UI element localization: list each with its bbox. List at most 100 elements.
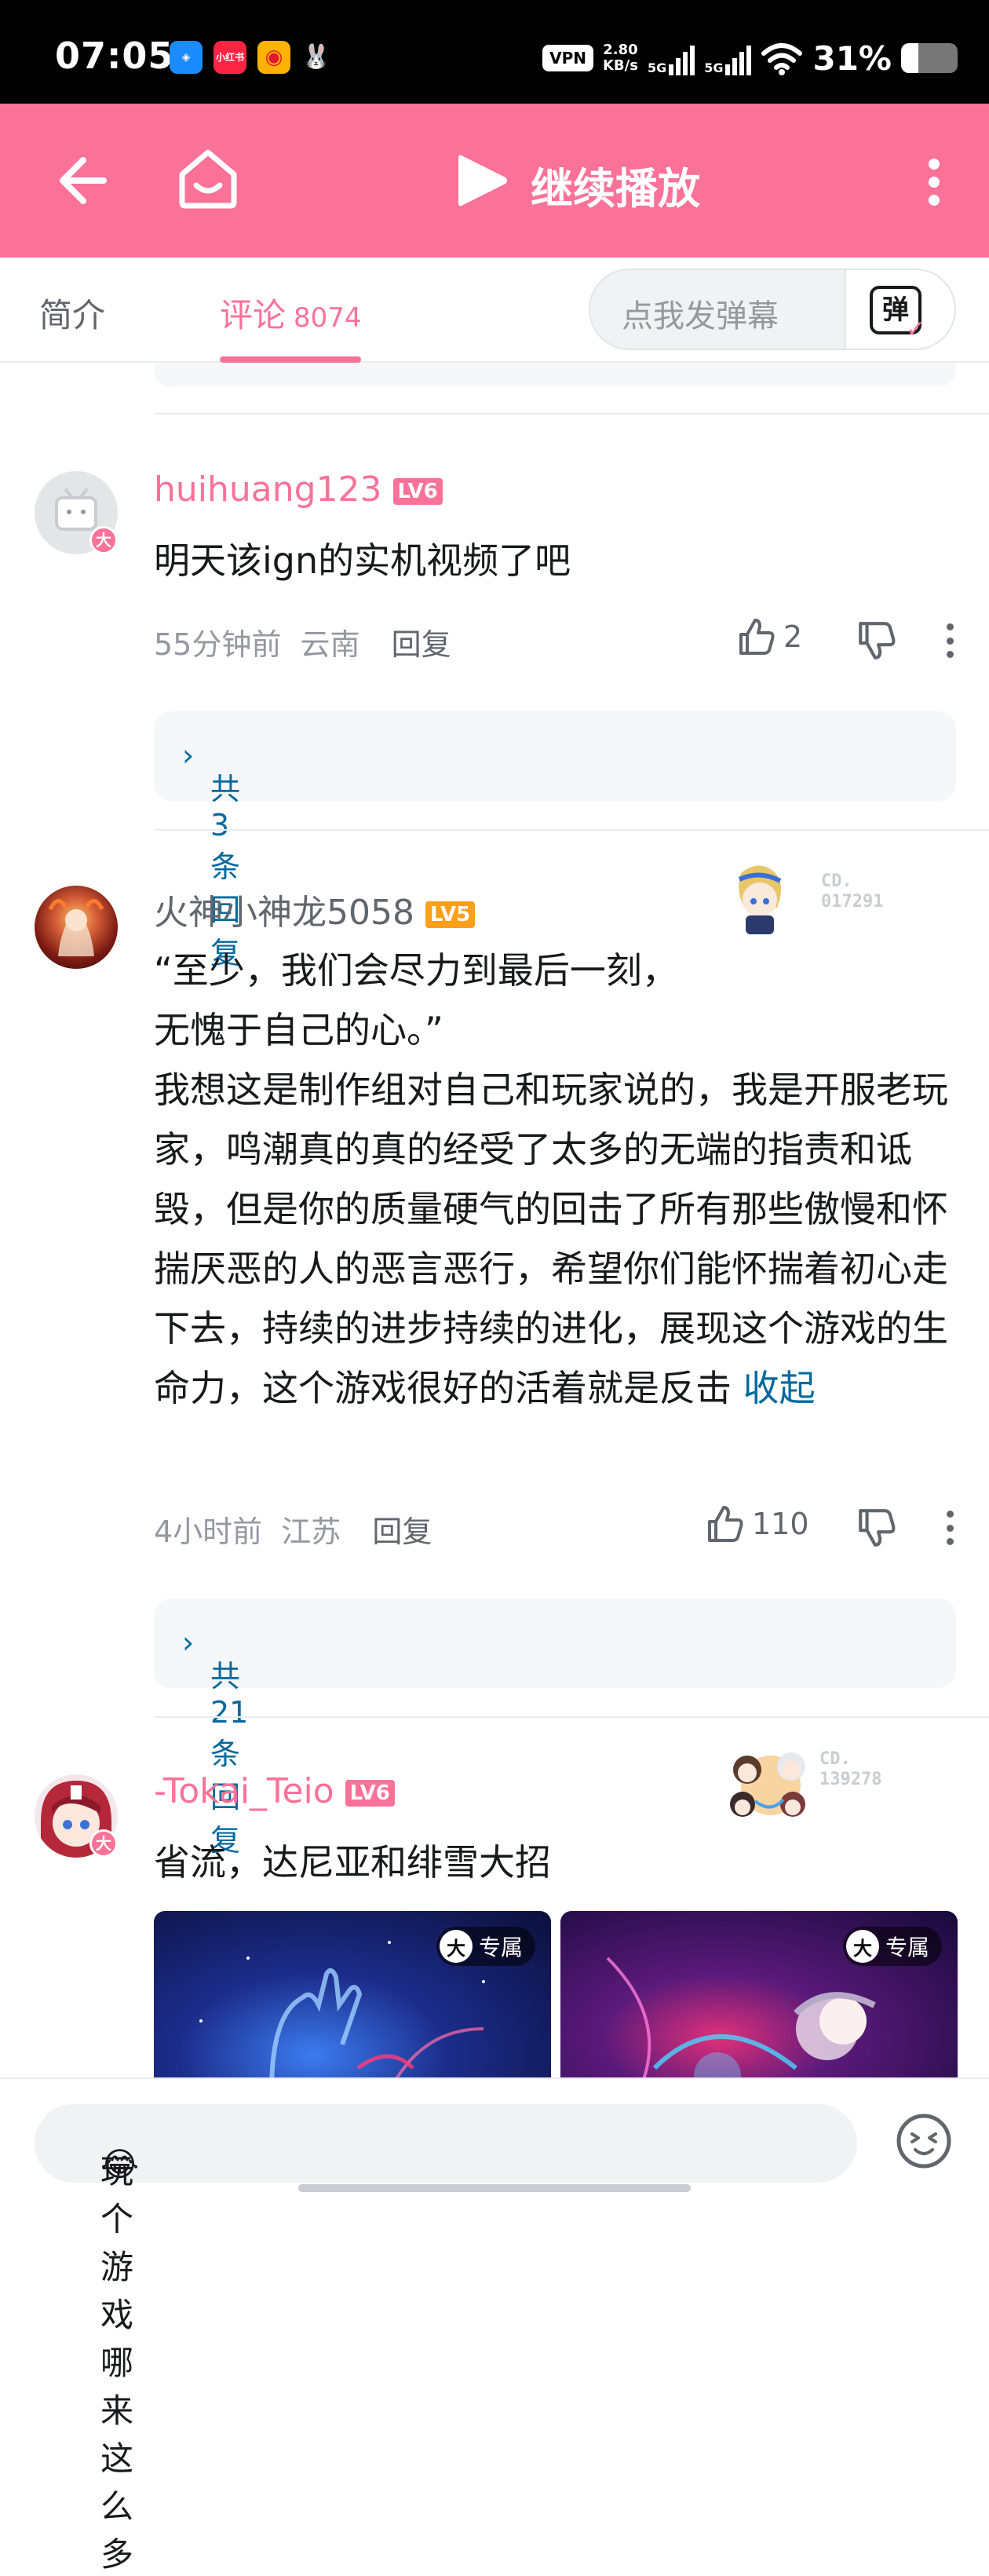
exclusive-icon: 大 <box>439 1930 473 1963</box>
comment-text: 明天该ign的实机视频了吧 <box>154 539 571 582</box>
garb-character-group-icon <box>730 1752 805 1817</box>
garb-card[interactable]: CD. 017291 <box>727 860 931 939</box>
comment-more-icon[interactable] <box>947 623 956 658</box>
tab-bar: 简介 评论 8074 点我发弹幕 弹 ✓ <box>0 258 989 363</box>
comment-input-bar: 玩个游戏哪来这么多 😂 <box>0 2077 989 2574</box>
comment-location: 江苏 <box>281 1515 341 1549</box>
signal-icon-1: 5G <box>648 41 695 75</box>
comment-image[interactable]: 大专属 <box>560 1911 958 2092</box>
vip-badge: 大 <box>89 526 118 554</box>
battery-percent: 31% <box>812 38 892 78</box>
comment-more-icon[interactable] <box>947 1511 956 1545</box>
comment-body: “至少，我们会尽力到最后一刻， 无愧于自己的心。” 我想这是制作组对自己和玩家说… <box>154 949 948 1409</box>
divider <box>154 1716 989 1718</box>
tab-comments[interactable]: 评论 8074 <box>220 289 362 337</box>
comment-time: 4小时前 <box>154 1515 263 1549</box>
status-time: 07:05 <box>55 35 174 77</box>
app-notification-icon: ◈ <box>170 41 203 74</box>
comment-username[interactable]: 火神小神龙5058 LV5 <box>154 884 476 934</box>
like-count: 110 <box>752 1507 809 1541</box>
home-indicator[interactable] <box>298 2184 691 2192</box>
previous-reply-box <box>154 363 956 386</box>
level-badge: LV5 <box>425 901 476 928</box>
tab-comments-label: 评论 <box>220 296 286 334</box>
wifi-icon <box>761 43 803 75</box>
replies-link: 共3条回复 › <box>182 738 241 970</box>
status-right: VPN 2.80 KB/s 5G 5G 31% <box>542 36 958 80</box>
like-button[interactable]: 2 <box>736 617 802 656</box>
emoji-icon[interactable] <box>895 2112 953 2170</box>
thumbs-up-icon <box>739 619 775 655</box>
vpn-icon: VPN <box>542 45 593 71</box>
garb-card[interactable]: CD. 139278 <box>716 1738 920 1817</box>
thumbs-down-icon[interactable] <box>856 1507 896 1548</box>
comment-text: “至少，我们会尽力到最后一刻， 无愧于自己的心。” 我想这是制作组对自己和玩家说… <box>154 941 954 1418</box>
reply-button[interactable]: 回复 <box>372 1515 432 1549</box>
replies-link: 共21条回复 › <box>182 1625 249 1858</box>
continue-play-button[interactable]: 继续播放 <box>531 154 700 216</box>
comment-username[interactable]: -Tokai_Teio LV6 <box>154 1771 395 1811</box>
fire-character-avatar-icon <box>48 899 104 956</box>
vip-badge: 大 <box>89 1829 118 1858</box>
status-bar: 07:05 ◈ 小红书 ◉ 🐰 VPN 2.80 KB/s 5G 5G 31% <box>0 0 989 104</box>
play-icon[interactable] <box>455 151 510 210</box>
replies-count-text: 共21条回复 <box>210 1659 249 1858</box>
input-text: 玩个游戏哪来这么多 <box>100 2152 134 2574</box>
home-icon[interactable] <box>174 144 242 212</box>
garb-number-text: CD. 139278 <box>819 1749 882 1789</box>
exclusive-badge: 大专属 <box>842 1927 942 1966</box>
signal-icon-2: 5G <box>704 41 752 75</box>
comment-image[interactable]: 大专属 <box>154 1911 551 2092</box>
view-replies-button[interactable]: 共3条回复 › <box>154 711 956 970</box>
divider <box>154 829 989 831</box>
level-badge: LV6 <box>345 1780 395 1807</box>
comment-meta: 55分钟前 云南 回复 <box>154 620 451 663</box>
weibo-icon: ◉ <box>257 41 290 74</box>
like-button[interactable]: 110 <box>705 1504 809 1544</box>
like-count: 2 <box>783 619 803 654</box>
speed-value: 2.80 <box>603 42 638 58</box>
game-app-icon: 🐰 <box>301 43 331 71</box>
tab-intro[interactable]: 简介 <box>39 289 105 337</box>
danmaku-input[interactable]: 点我发弹幕 弹 ✓ <box>589 269 956 350</box>
thumbs-up-icon <box>708 1506 743 1542</box>
comment-time: 55分钟前 <box>154 627 282 662</box>
exclusive-label: 专属 <box>478 1935 523 1960</box>
check-icon: ✓ <box>906 316 926 343</box>
avatar[interactable] <box>35 886 118 969</box>
comment-input[interactable]: 玩个游戏哪来这么多 😂 <box>35 2104 857 2574</box>
thumbs-down-icon[interactable] <box>856 620 896 661</box>
active-tab-indicator <box>220 356 361 363</box>
collapse-link[interactable]: 收起 <box>743 1367 816 1409</box>
input-emoji: 😂 <box>100 2145 140 2183</box>
xiaohongshu-icon: 小红书 <box>213 41 246 74</box>
comment-location: 云南 <box>300 627 360 662</box>
garb-number: CD. 017291 <box>821 871 883 912</box>
username-text: huihuang123 <box>154 470 382 510</box>
garb-number: CD. 139278 <box>819 1749 881 1790</box>
comment-count: 8074 <box>294 302 362 334</box>
danmaku-placeholder: 点我发弹幕 <box>622 298 779 334</box>
exclusive-label: 专属 <box>885 1935 929 1960</box>
speed-unit: KB/s <box>602 57 638 74</box>
comment-username[interactable]: huihuang123 LV6 <box>154 470 443 510</box>
username-text: -Tokai_Teio <box>154 1771 334 1811</box>
net-label-2: 5G <box>704 60 724 75</box>
exclusive-badge: 大专属 <box>436 1927 535 1966</box>
back-arrow-icon[interactable] <box>49 149 111 212</box>
danmaku-toggle-button[interactable]: 弹 ✓ <box>845 270 954 349</box>
exclusive-icon: 大 <box>845 1930 879 1963</box>
more-options-icon[interactable] <box>926 159 942 206</box>
comment-images: 大专属 大专属 <box>154 1911 958 2092</box>
comment-text: 省流，达尼亚和绯雪大招 <box>154 1841 551 1884</box>
network-speed: 2.80 KB/s <box>603 42 638 74</box>
garb-character-icon <box>738 865 782 934</box>
view-replies-button[interactable]: 共21条回复 › <box>154 1599 956 1858</box>
video-header: 继续播放 <box>0 104 989 258</box>
comment-meta: 4小时前 江苏 回复 <box>154 1507 432 1551</box>
level-badge: LV6 <box>392 478 443 505</box>
battery-icon <box>901 43 958 73</box>
net-label-1: 5G <box>647 60 667 75</box>
username-text: 火神小神龙5058 <box>154 893 414 933</box>
reply-button[interactable]: 回复 <box>392 627 451 662</box>
